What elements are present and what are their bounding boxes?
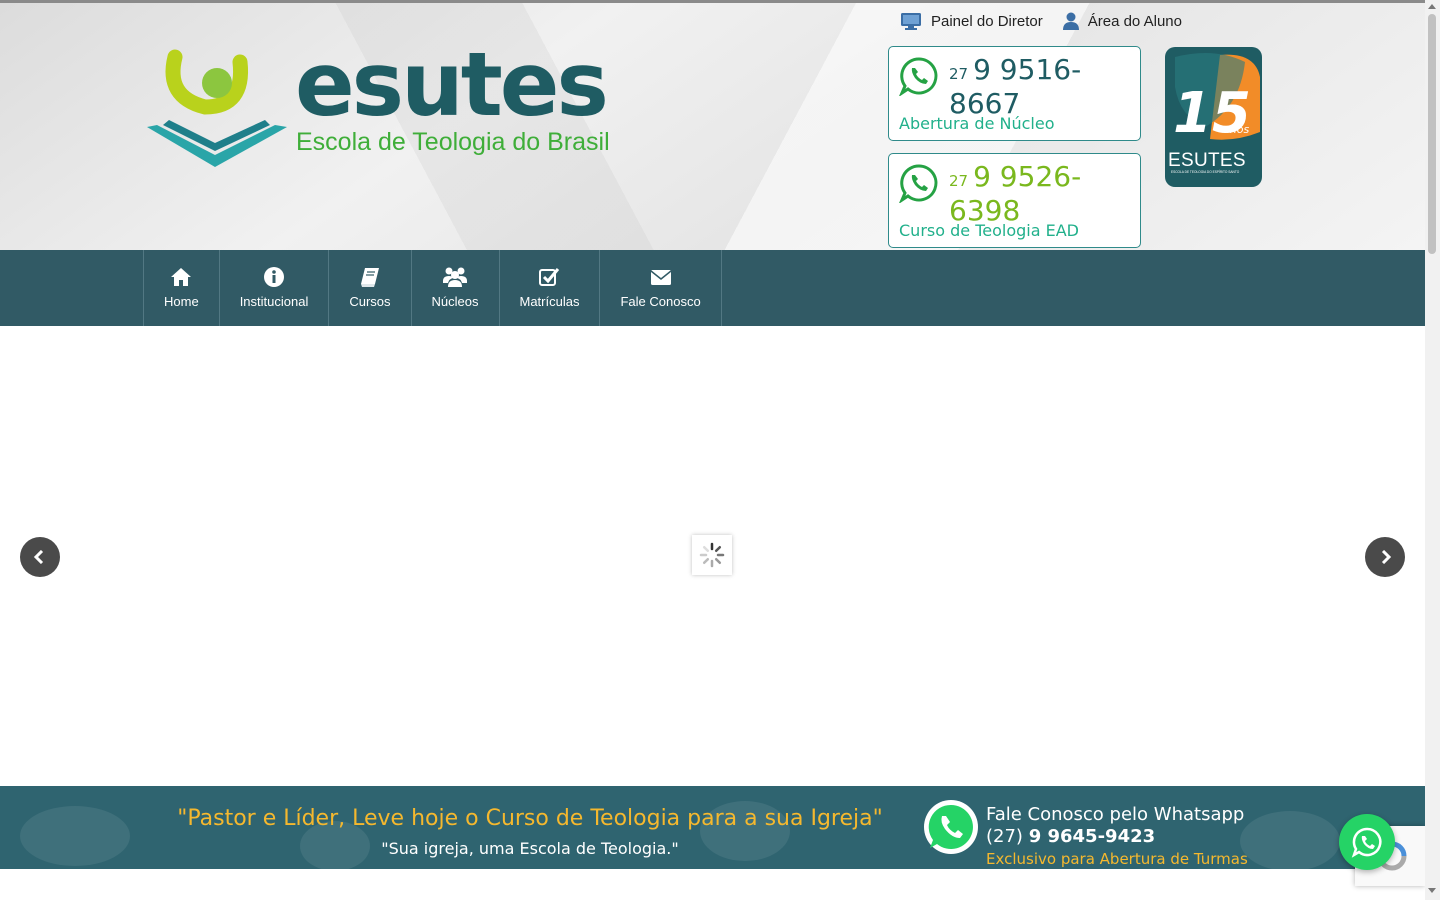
desktop-icon (901, 13, 921, 30)
user-icon (1062, 12, 1079, 30)
logo-wordmark: esutes (295, 33, 609, 136)
cta-quote: "Pastor e Líder, Leve hoje o Curso de Te… (177, 806, 883, 831)
book-icon (360, 267, 379, 287)
nav-cursos-label: Cursos (349, 293, 391, 309)
site-logo[interactable]: esutes Escola de Teologia do Brasil (145, 35, 625, 172)
badge-subtitle: ESCOLA DE TEOLOGIA DO ESPÍRITO SANTO (1171, 170, 1240, 174)
spinner-icon (699, 542, 725, 568)
users-icon (443, 267, 468, 287)
site-header: esutes Escola de Teologia do Brasil Pain… (0, 3, 1425, 250)
nav-fale-conosco-label: Fale Conosco (620, 293, 701, 309)
envelope-icon (650, 269, 672, 285)
page-scrollbar[interactable] (1425, 0, 1440, 900)
logo-tagline: Escola de Teologia do Brasil (296, 128, 610, 156)
slider-loading-spinner (692, 535, 732, 575)
phone-label-nucleo: Abertura de Núcleo (899, 114, 1055, 133)
whatsapp-floating-button[interactable] (1339, 814, 1395, 870)
area-aluno-label: Área do Aluno (1087, 12, 1182, 30)
phone-box-ead[interactable]: 27 9 9526-6398 Curso de Teologia EAD (888, 153, 1141, 248)
logo-emblem-icon (147, 49, 287, 167)
scroll-down-arrow-icon[interactable] (1428, 888, 1436, 893)
phone-number-ead: 27 9 9526-6398 (949, 162, 1134, 225)
scroll-thumb[interactable] (1428, 14, 1436, 254)
whatsapp-logo-icon[interactable] (922, 798, 980, 856)
nav-cursos[interactable]: Cursos (329, 250, 412, 326)
scroll-up-arrow-icon[interactable] (1428, 4, 1436, 9)
info-icon (264, 266, 285, 287)
decorative-bubble (1240, 811, 1340, 869)
area-aluno-link[interactable]: Área do Aluno (1062, 12, 1182, 30)
whatsapp-number: 9 9645-9423 (1028, 826, 1156, 847)
main-nav: Home Institucional Cursos Núcleos Matríc… (0, 250, 1425, 326)
nav-nucleos[interactable]: Núcleos (412, 250, 500, 326)
phone-ddd: 27 (949, 172, 969, 190)
phone-ddd: 27 (949, 65, 969, 83)
nav-matriculas-label: Matrículas (519, 293, 580, 309)
phone-box-nucleo[interactable]: 27 9 9516-8667 Abertura de Núcleo (888, 46, 1141, 141)
whatsapp-contact[interactable]: (27) 9 9645-9423 (986, 826, 1155, 847)
whatsapp-icon (899, 164, 938, 203)
slider-prev-button[interactable] (20, 537, 60, 577)
nav-institucional[interactable]: Institucional (220, 250, 330, 326)
top-links: Painel do Diretor Área do Aluno (900, 8, 1182, 34)
whatsapp-icon (1351, 827, 1382, 858)
nav-home[interactable]: Home (144, 250, 220, 326)
badge-number: 15 (1173, 81, 1251, 146)
badge-graphic-icon: 15 anos ESUTES ESCOLA DE TEOLOGIA DO ESP… (1168, 53, 1260, 174)
whatsapp-ddd: (27) (986, 826, 1023, 847)
hero-slider (0, 326, 1425, 786)
nav-home-label: Home (164, 293, 199, 309)
phone-digits: 9 9516-8667 (949, 53, 1082, 120)
slider-next-button[interactable] (1365, 537, 1405, 577)
phone-number-nucleo: 27 9 9516-8667 (949, 55, 1134, 118)
chevron-right-icon (1381, 550, 1392, 564)
nav-institucional-label: Institucional (239, 293, 309, 309)
cta-band: "Pastor e Líder, Leve hoje o Curso de Te… (0, 786, 1425, 869)
whatsapp-note: Exclusivo para Abertura de Turmas (986, 850, 1248, 868)
whatsapp-icon (899, 57, 938, 96)
home-icon (171, 267, 192, 286)
phone-label-ead: Curso de Teologia EAD (899, 221, 1079, 240)
nav-nucleos-label: Núcleos (431, 293, 479, 309)
badge-suffix: anos (1223, 123, 1249, 136)
badge-name: ESUTES (1168, 150, 1246, 171)
nav-list: Home Institucional Cursos Núcleos Matríc… (143, 250, 722, 326)
painel-diretor-label: Painel do Diretor (931, 12, 1043, 30)
chevron-left-icon (33, 550, 44, 564)
nav-fale-conosco[interactable]: Fale Conosco (600, 250, 722, 326)
cta-subquote: "Sua igreja, uma Escola de Teologia." (381, 839, 679, 858)
fifteen-years-badge[interactable]: 15 anos ESUTES ESCOLA DE TEOLOGIA DO ESP… (1165, 47, 1262, 187)
phone-digits: 9 9526-6398 (949, 160, 1082, 227)
check-square-icon (539, 267, 560, 286)
decorative-bubble (20, 806, 130, 866)
painel-diretor-link[interactable]: Painel do Diretor (900, 12, 1043, 30)
nav-matriculas[interactable]: Matrículas (500, 250, 601, 326)
whatsapp-title: Fale Conosco pelo Whatsapp (986, 804, 1245, 825)
